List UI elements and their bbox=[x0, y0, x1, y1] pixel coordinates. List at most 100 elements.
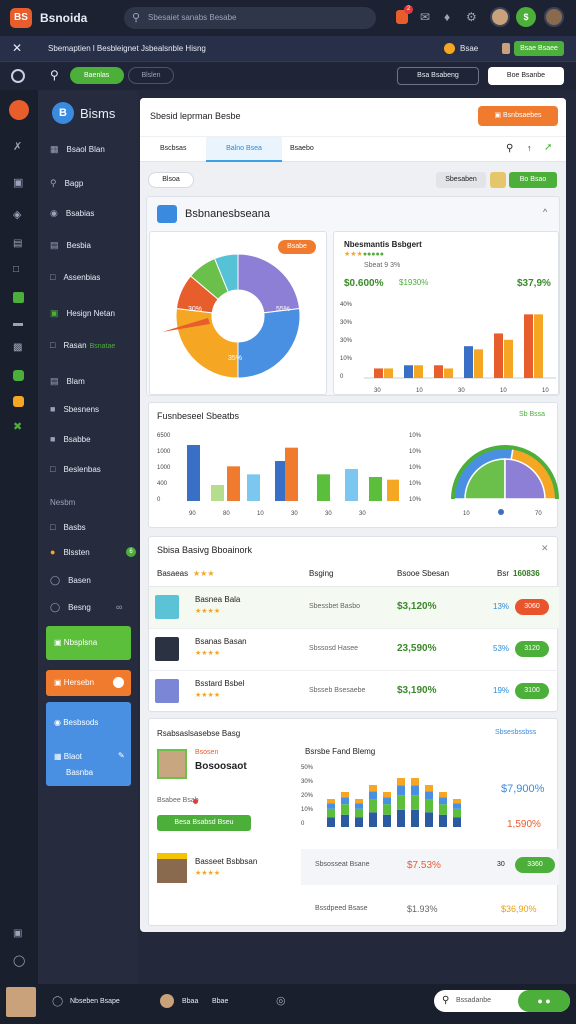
bottom-item[interactable]: Nbseben Bsape bbox=[70, 998, 120, 1005]
currency-icon[interactable]: $ bbox=[516, 7, 536, 27]
bottom-item-icon: ◯ bbox=[52, 996, 64, 1007]
bottom-item[interactable]: Bbae bbox=[212, 998, 228, 1005]
image-icon[interactable]: ▤ bbox=[13, 238, 22, 249]
row-button[interactable]: 3120 bbox=[515, 641, 549, 657]
link-icon[interactable]: ∞ bbox=[116, 602, 122, 612]
collapse-icon[interactable]: ^ bbox=[543, 207, 547, 217]
bottom-item[interactable]: Bbaa bbox=[182, 998, 198, 1005]
toolbar-button-white[interactable]: Boe Bsanbe bbox=[488, 67, 564, 85]
tab-active[interactable]: Balno Bsea bbox=[206, 137, 282, 162]
toolbar-search-icon[interactable]: ⚲ bbox=[50, 68, 59, 82]
x-green-icon[interactable]: ✖ bbox=[13, 420, 22, 433]
tab-expand-icon[interactable]: ➚ bbox=[544, 142, 552, 153]
close-icon[interactable]: ✕ bbox=[12, 41, 22, 55]
mail-icon[interactable]: ✉ bbox=[420, 10, 430, 24]
sidebar-item[interactable]: ◉ Bsabias bbox=[50, 208, 134, 222]
sidebar-item-label: Blam bbox=[66, 377, 85, 386]
sidebar-item[interactable]: ▤ Besbia bbox=[50, 240, 134, 254]
filter-chip-active[interactable]: Baenlas bbox=[70, 67, 124, 84]
filter-chip[interactable]: Blslen bbox=[128, 67, 174, 84]
toolbar-button-outline[interactable]: Bsa Bsabeng bbox=[397, 67, 479, 85]
table-row[interactable]: Basnea Bala ★★★★ Sbessbet Basbo $3,120% … bbox=[149, 587, 559, 629]
sidebar-sub-item[interactable]: ◯ Besng ∞ bbox=[50, 602, 138, 613]
bar-segment bbox=[397, 795, 405, 810]
row-button[interactable]: 3060 bbox=[515, 599, 549, 615]
bar bbox=[444, 368, 453, 378]
tools-icon[interactable]: ✗ bbox=[13, 140, 22, 153]
header-action-button[interactable]: Bsae Bsaee bbox=[514, 41, 564, 56]
card-icon[interactable]: ▬ bbox=[13, 318, 23, 329]
sidebar-item-label: Bsaol Blan bbox=[66, 145, 105, 154]
bottom-chart-title: Bsrsbe Fand Blemg bbox=[305, 747, 376, 756]
bell-icon[interactable]: ♦ bbox=[444, 10, 450, 24]
alert-icon[interactable] bbox=[13, 396, 24, 407]
sidebar-orange-icon: ▣ bbox=[54, 678, 62, 687]
yellow-chip-icon[interactable] bbox=[490, 172, 506, 188]
sidebar-green-icon: ▣ bbox=[54, 638, 62, 647]
sidebar-green-button[interactable]: ▣ Nbsplsna bbox=[46, 626, 131, 660]
sidebar-item[interactable]: ⚲ Bagp bbox=[50, 178, 134, 192]
doc-icon[interactable]: □ bbox=[13, 264, 19, 275]
sidebar-orange-button[interactable]: ▣ Hersebn bbox=[46, 670, 131, 696]
home-icon[interactable] bbox=[9, 100, 29, 120]
chat-icon[interactable] bbox=[13, 370, 24, 381]
green-app-icon[interactable] bbox=[13, 292, 24, 303]
toggle-icon[interactable] bbox=[113, 677, 124, 688]
bar-segment bbox=[355, 817, 363, 827]
sidebar-item[interactable]: □ Rasan Bsnatae bbox=[50, 340, 140, 354]
sidebar-item[interactable]: ▤ Blam bbox=[50, 376, 134, 390]
photo-icon[interactable]: ▩ bbox=[13, 342, 22, 353]
sidebar-sub-item[interactable]: ● Blssten 6 bbox=[50, 547, 138, 557]
bar-segment bbox=[341, 797, 349, 805]
avatar[interactable] bbox=[490, 7, 510, 27]
primary-action-button[interactable]: ▣ Bsnbsaebes bbox=[478, 106, 558, 126]
filter-button[interactable]: Blsoa bbox=[148, 172, 194, 188]
tab[interactable]: Bscbsas bbox=[160, 145, 186, 152]
lock-icon[interactable]: ▣ bbox=[13, 928, 22, 939]
tab[interactable]: Bsaebo bbox=[290, 145, 314, 152]
grey-button[interactable]: Sbesaben bbox=[436, 172, 486, 188]
nav-circle-icon[interactable] bbox=[11, 69, 25, 83]
sidebar-item[interactable]: ▦ Bsaol Blan bbox=[50, 144, 134, 158]
metrics-badge[interactable]: Sb Bssa bbox=[519, 411, 545, 418]
person-photo bbox=[157, 749, 187, 779]
bottom-green-button-icon[interactable]: ● ● bbox=[518, 990, 570, 1012]
help-icon[interactable]: ◯ bbox=[13, 954, 25, 967]
metrics-title: Fusnbeseel Sbeatbs bbox=[157, 411, 240, 421]
bottom-row[interactable]: Bssdpeed Bsase $1.93% $36,90% bbox=[301, 895, 559, 925]
tab-up-icon[interactable]: ↑ bbox=[527, 143, 532, 153]
settings-icon[interactable]: ⚙ bbox=[466, 10, 477, 24]
y-tick-label: 0 bbox=[157, 497, 161, 503]
building-icon[interactable]: ▣ bbox=[13, 176, 23, 189]
sidebar-sub-item[interactable]: □ Basbs bbox=[50, 522, 134, 532]
table-row[interactable]: Bsanas Basan ★★★★ Sbssosd Hasee 23,590% … bbox=[149, 629, 559, 671]
row-button[interactable]: 3100 bbox=[515, 683, 549, 699]
green-button[interactable]: Bo Bsao bbox=[509, 172, 557, 188]
bottom-globe-icon[interactable]: ◎ bbox=[276, 994, 286, 1007]
bar bbox=[404, 365, 413, 378]
user-photo[interactable] bbox=[6, 987, 36, 1017]
sidebar-item[interactable]: □ Assenbias bbox=[50, 272, 134, 286]
sidebar-item[interactable]: ■ Bsabbe bbox=[50, 434, 134, 448]
person-button[interactable]: Besa Bsabsd Bseu bbox=[157, 815, 251, 831]
table-row[interactable]: Bsstard Bsbel ★★★★ Sbsseb Bsesaebe $3,19… bbox=[149, 671, 559, 713]
bar bbox=[434, 365, 443, 378]
bottom-row[interactable]: Sbsosseat Bsane $7.53% 30 3360 bbox=[301, 849, 559, 885]
sidebar-blue-panel[interactable]: ◉ Besbsods ▦ Blaot ✎ Basnba bbox=[46, 702, 131, 786]
brand-logo-icon: B bbox=[52, 102, 74, 124]
sidebar-item[interactable]: □ Beslenbas bbox=[50, 464, 134, 478]
bottom-search[interactable]: ⚲ Bssadanbe ● ● bbox=[434, 990, 570, 1012]
filter-bar: Blsoa Sbesaben Bo Bsao bbox=[140, 162, 566, 194]
tab-search-icon[interactable]: ⚲ bbox=[506, 143, 513, 154]
user-avatar[interactable] bbox=[544, 7, 564, 27]
sidebar-item[interactable]: ■ Sbesnens bbox=[50, 404, 134, 418]
x-tick-label: 30 bbox=[291, 511, 298, 517]
sidebar-sub-item[interactable]: ◯ Basen bbox=[50, 575, 134, 586]
sidebar-item[interactable]: ▣ Hesign Netan bbox=[50, 308, 134, 322]
bar-segment bbox=[355, 803, 363, 809]
bottom-row-button[interactable]: 3360 bbox=[515, 857, 555, 873]
table-close-icon[interactable]: ✕ bbox=[541, 543, 549, 554]
users-icon[interactable]: ◈ bbox=[13, 208, 21, 221]
search-bar[interactable]: ⚲ Sbesaiet sanabs Besabe bbox=[124, 7, 376, 29]
blue-panel-edit-icon[interactable]: ✎ bbox=[118, 751, 125, 760]
